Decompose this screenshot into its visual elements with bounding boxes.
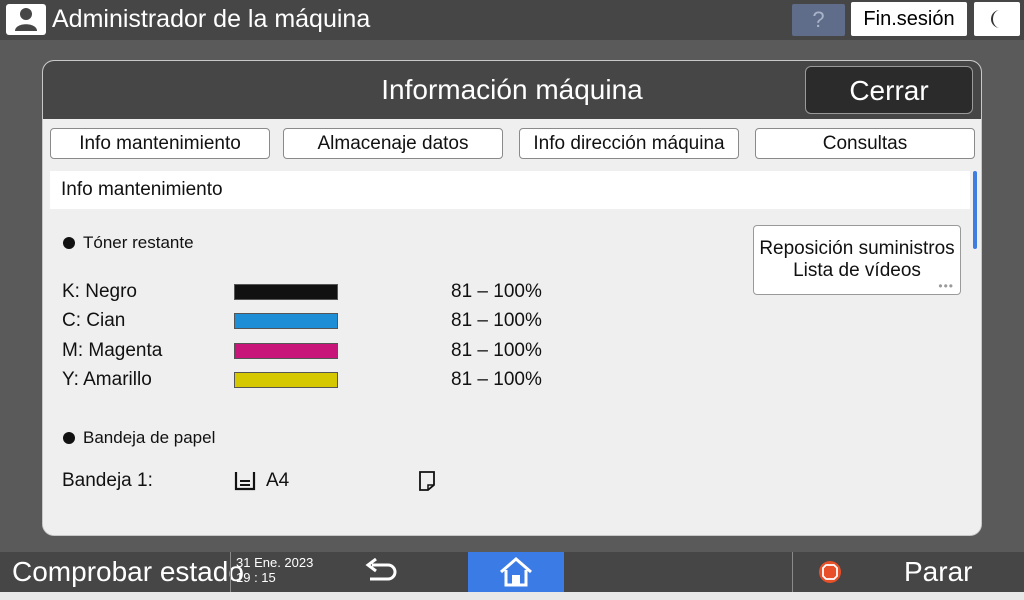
home-button[interactable] xyxy=(468,552,564,592)
tab-data-storage[interactable]: Almacenaje datos xyxy=(283,128,503,159)
supply-button-line1: Reposición suministros xyxy=(759,238,955,259)
top-bar: Administrador de la máquina ? Fin.sesión xyxy=(0,0,1024,40)
more-icon: ••• xyxy=(938,279,954,293)
stop-icon[interactable] xyxy=(818,560,842,584)
toner-value-yellow: 81 – 100% xyxy=(451,369,542,390)
time-text: 19 : 15 xyxy=(236,570,276,585)
tab-inquiry[interactable]: Consultas xyxy=(755,128,975,159)
bottom-strip xyxy=(0,592,1024,600)
date-text: 31 Ene. 2023 xyxy=(236,555,314,570)
paper-sheet-icon xyxy=(418,470,436,492)
tray-label: Bandeja 1: xyxy=(62,470,153,491)
logout-button[interactable]: Fin.sesión xyxy=(851,2,967,36)
section-title: Info mantenimiento xyxy=(50,171,970,209)
toner-fill xyxy=(235,314,337,328)
toner-bar-magenta xyxy=(234,343,338,359)
close-button[interactable]: Cerrar xyxy=(805,66,973,114)
bottom-bar: Comprobar estado 31 Ene. 2023 19 : 15 Pa… xyxy=(0,552,1024,592)
scrollbar[interactable] xyxy=(973,171,977,249)
back-arrow-icon xyxy=(365,557,397,581)
toner-label-magenta: M: Magenta xyxy=(62,340,163,361)
toner-bar-cyan xyxy=(234,313,338,329)
supply-button-line2: Lista de vídeos xyxy=(793,260,921,281)
date-time: 31 Ene. 2023 19 : 15 xyxy=(236,555,313,585)
toner-value-black: 81 – 100% xyxy=(451,281,542,302)
help-button[interactable]: ? xyxy=(792,4,845,36)
panel-content: Info mantenimiento Almacenaje datos Info… xyxy=(43,119,981,535)
panel-header: Información máquina Cerrar xyxy=(43,61,981,119)
toner-heading-label: Tóner restante xyxy=(83,233,194,252)
stop-button[interactable]: Parar xyxy=(904,554,972,590)
home-icon xyxy=(500,557,532,587)
toner-fill xyxy=(235,373,337,387)
user-title: Administrador de la máquina xyxy=(52,5,371,33)
toner-value-magenta: 81 – 100% xyxy=(451,340,542,361)
bullet-icon xyxy=(63,432,75,444)
user-icon[interactable] xyxy=(6,4,46,35)
tab-machine-address-info[interactable]: Info dirección máquina xyxy=(519,128,739,159)
toner-bar-black xyxy=(234,284,338,300)
moon-icon xyxy=(991,10,1000,28)
toner-label-cyan: C: Cian xyxy=(62,310,126,331)
toner-fill xyxy=(235,344,337,358)
divider xyxy=(230,552,231,592)
paper-tray-heading: Bandeja de papel xyxy=(63,427,215,449)
toner-value-cyan: 81 – 100% xyxy=(451,310,542,331)
toner-label-yellow: Y: Amarillo xyxy=(62,369,152,390)
paper-heading-label: Bandeja de papel xyxy=(83,428,216,447)
tray-paper-size: A4 xyxy=(266,470,290,491)
supply-videos-button[interactable]: Reposición suministros Lista de vídeos •… xyxy=(753,225,961,295)
toner-fill xyxy=(235,285,337,299)
check-status-button[interactable]: Comprobar estado xyxy=(12,554,244,590)
bullet-icon xyxy=(63,237,75,249)
toner-bar-yellow xyxy=(234,372,338,388)
energy-saver-button[interactable] xyxy=(974,2,1020,36)
toner-heading: Tóner restante xyxy=(63,232,194,254)
tab-maintenance-info[interactable]: Info mantenimiento xyxy=(50,128,270,159)
divider xyxy=(792,552,793,592)
paper-tray-icon xyxy=(234,471,256,491)
toner-label-black: K: Negro xyxy=(62,281,137,302)
back-button[interactable] xyxy=(356,557,404,586)
machine-info-panel: Información máquina Cerrar Info mantenim… xyxy=(42,60,982,536)
